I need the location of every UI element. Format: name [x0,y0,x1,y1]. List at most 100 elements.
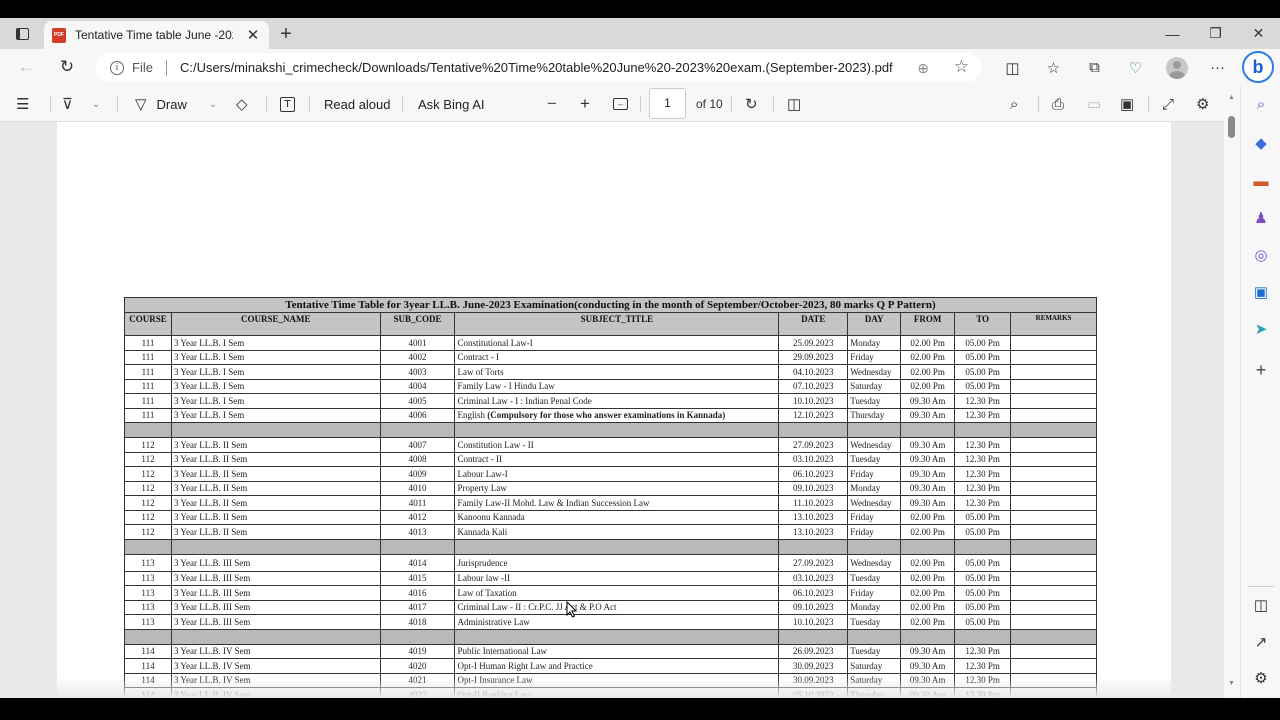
reload-button[interactable]: ↻ [53,55,81,79]
subject-title-value: Administrative Law [457,616,530,627]
save-as-button[interactable]: ▣ [1120,92,1134,116]
tools-icon[interactable]: ▬ [1249,169,1273,193]
rotate-button[interactable]: ↻ [745,92,758,116]
cell-course: 113 [124,570,172,586]
zoom-out-button[interactable]: − [547,92,557,116]
site-info-icon[interactable]: i [110,60,124,75]
cell-course: 112 [124,524,172,540]
cell-sub-code: 4013 [379,524,456,540]
header-subject-title: SUBJECT_TITLE [454,312,780,336]
sub-code-value: 4017 [408,602,427,613]
browser-essentials-icon[interactable]: ♡ [1115,53,1156,82]
bing-copilot-icon[interactable]: b [1242,51,1274,83]
to-value: 12.30 Pm [965,483,1000,494]
more-icon[interactable]: ··· [1197,53,1238,82]
cell-day: Wednesday [847,495,902,511]
new-tab-button[interactable]: + [274,23,298,45]
from-value: 02.00 Pm [910,352,945,363]
outlook-icon[interactable]: ▣ [1249,280,1273,304]
day-value: Wednesday [850,557,892,568]
fit-to-width-button[interactable]: ↔ [613,92,628,116]
scrollbar-thumb[interactable] [1228,116,1235,138]
read-aloud-button[interactable]: Read aloud [324,92,391,116]
tab-actions-button[interactable] [8,24,36,44]
back-button[interactable]: ← [12,55,40,79]
toolbar-divider [731,96,732,112]
table-row: 112 3 Year LL.B. II Sem 4008 Contract - II 0… [124,451,1097,467]
from-value: 09.30 Am [909,468,946,479]
fullscreen-button[interactable]: ⤢ [1162,92,1174,116]
sidebar-search-icon[interactable]: ⌕ [1249,92,1273,116]
cell-sub-code: 4014 [379,553,456,572]
microsoft-365-icon[interactable]: ◎ [1249,243,1273,267]
find-button[interactable]: ⌕ [1010,92,1018,116]
cell-course-name: 3 Year LL.B. II Sem [170,509,381,525]
cell-from: 02.00 Pm [900,509,956,525]
day-value: Saturday [850,660,883,671]
split-screen-icon[interactable]: ◫ [992,53,1033,82]
erase-button[interactable]: ◇ [236,92,248,116]
table-of-contents-button[interactable]: ☰ [16,92,29,116]
drop-icon[interactable]: ➤ [1249,317,1273,341]
collections-icon[interactable]: ⧉ [1074,53,1115,82]
shopping-tag-icon[interactable]: ◆ [1249,131,1273,155]
page-view-button[interactable]: ◫ [787,92,801,116]
to-value: 12.30 Pm [965,454,1000,465]
vertical-scrollbar[interactable]: ▲ ▼ [1224,86,1240,698]
cell-course: 113 [124,585,172,601]
day-value: Monday [850,602,881,613]
scroll-up-arrow[interactable]: ▲ [1228,94,1235,101]
subject-title-value: Kanoonu Kannada [457,512,525,523]
restore-button[interactable]: ❐ [1194,18,1237,49]
address-divider [165,59,167,76]
highlight-dropdown[interactable]: ⌄ [92,92,100,116]
page-number-input[interactable]: 1 [649,88,686,119]
cell-remarks [1010,437,1097,453]
cell-remarks [1010,509,1097,525]
minimize-button[interactable]: — [1151,18,1194,49]
draw-button[interactable]: ▽ Draw [135,92,187,116]
draw-dropdown[interactable]: ⌄ [209,92,217,116]
zoom-in-button[interactable]: + [580,92,590,116]
zoom-indicator-icon[interactable]: ⊕ [917,60,929,77]
close-window-button[interactable]: ✕ [1237,18,1280,49]
cell-subject-title: Law of Torts [454,364,780,380]
day-value: Tuesday [850,573,881,584]
cell-course: 112 [124,480,172,496]
sidebar-toggle-icon[interactable]: ◫ [1249,593,1273,617]
favorite-star-icon[interactable]: ☆ [954,57,969,77]
subject-title-value: Criminal Law - II : Cr.P.C. JJ Act & P.O… [457,602,617,613]
games-icon[interactable]: ♟ [1249,206,1273,230]
cell-remarks [1010,451,1097,467]
subject-title-value: Law of Torts [457,366,504,377]
profile-button[interactable] [1156,53,1197,82]
from-value: 09.30 Am [909,483,946,494]
favorites-icon[interactable]: ☆ [1033,53,1074,82]
tab-close-button[interactable]: ✕ [245,26,261,44]
sidebar-settings-icon[interactable]: ⚙ [1249,666,1273,690]
course-value: 112 [141,483,155,494]
from-value: 02.00 Pm [910,557,945,568]
url-text[interactable]: C:/Users/minakshi_crimecheck/Downloads/T… [180,60,893,75]
pdf-settings-button[interactable]: ⚙ [1196,92,1209,116]
table-row: 113 3 Year LL.B. III Sem 4014 Jurisprudence… [124,553,1097,572]
address-bar[interactable]: i File C:/Users/minakshi_crimecheck/Down… [96,53,981,82]
cell-to: 05.00 Pm [954,349,1012,365]
external-link-icon[interactable]: ↗ [1249,630,1273,654]
tab-active[interactable]: PDF Tentative Time table June -2023 exam… [44,21,269,49]
ask-bing-ai-button[interactable]: Ask Bing AI [418,92,484,116]
cell-day: Friday [847,509,902,525]
from-value: 02.00 Pm [910,602,945,613]
sidebar-add-icon[interactable]: + [1249,358,1273,382]
cell-from: 09.30 Am [900,393,956,409]
scroll-down-arrow[interactable]: ▼ [1228,680,1235,687]
add-text-button[interactable]: T [280,92,295,116]
print-button[interactable]: ⎙ [1052,92,1064,116]
save-button[interactable]: ▭ [1087,92,1101,116]
profile-avatar [1165,56,1188,79]
window-controls: — ❐ ✕ [1151,18,1280,49]
page-view-icon: ◫ [787,96,802,113]
pdf-file-icon: PDF [52,27,66,43]
sub-code-value: 4008 [408,454,427,465]
highlight-button[interactable]: ⊽ [62,92,73,116]
